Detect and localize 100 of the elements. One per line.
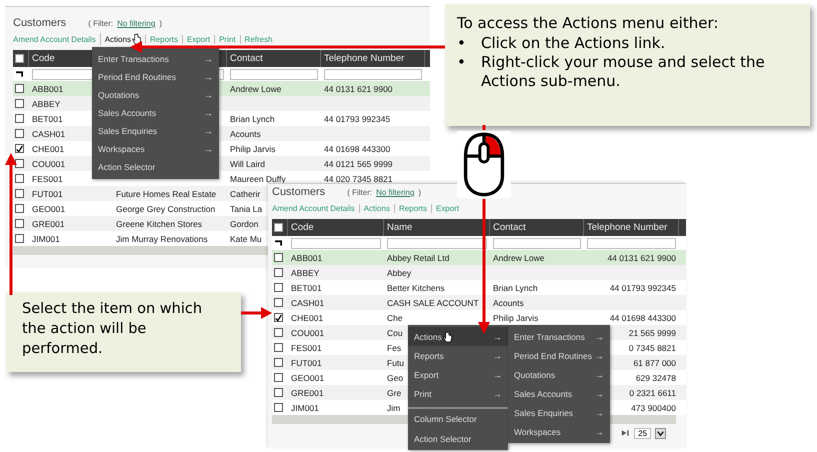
- column-header[interactable]: Telephone Number: [587, 222, 668, 233]
- row-checkbox[interactable]: [274, 343, 283, 352]
- row-checkbox[interactable]: [274, 283, 283, 292]
- row-checkbox[interactable]: [274, 388, 283, 397]
- row-checkbox[interactable]: [15, 144, 24, 153]
- table-cell: JIM001: [32, 234, 60, 244]
- menu-item[interactable]: Export →: [408, 365, 508, 384]
- table-cell: Fes: [387, 342, 402, 352]
- table-row[interactable]: CASH01 CASH SALE ACCOUNT Acounts: [272, 295, 686, 310]
- table-row[interactable]: ABB001 Abbey Retail Ltd Andrew Lowe 44 0131 621 9900: [272, 250, 686, 265]
- table-row[interactable]: BET001 Better Kitchens Brian Lynch 44 01793 992345: [272, 280, 686, 295]
- filter-link[interactable]: No filtering: [376, 188, 414, 197]
- row-checkbox[interactable]: [15, 174, 24, 183]
- filter-icon[interactable]: [275, 240, 282, 246]
- table-cell: 44 0131 621 9900: [607, 252, 676, 262]
- filter-field[interactable]: [324, 68, 422, 80]
- menu-item[interactable]: Enter Transactions →: [508, 327, 610, 346]
- hand-cursor-icon: [442, 330, 452, 342]
- toolbar-link[interactable]: Reports: [394, 204, 431, 212]
- table-cell: ABBEY: [291, 268, 320, 278]
- toolbar-link[interactable]: Refresh: [240, 34, 277, 44]
- last-page-icon[interactable]: [621, 429, 630, 437]
- select-all-checkbox[interactable]: [15, 54, 24, 63]
- submenu-arrow: →: [595, 332, 604, 342]
- column-header[interactable]: Name: [387, 222, 412, 233]
- filter-icon[interactable]: [16, 71, 23, 77]
- bullet-mark: •: [457, 53, 465, 73]
- table-cell: 0 7345 8821: [628, 342, 676, 352]
- column-header[interactable]: Contact: [493, 222, 526, 233]
- row-checkbox[interactable]: [274, 268, 283, 277]
- menu-item[interactable]: Reports →: [408, 346, 508, 365]
- row-checkbox[interactable]: [15, 234, 24, 243]
- filter-field[interactable]: [291, 238, 381, 248]
- table-cell: 44 01698 443300: [610, 312, 676, 322]
- menu-item[interactable]: Quotations →: [508, 365, 610, 384]
- table-row[interactable]: ABBEY Abbey: [272, 265, 686, 280]
- row-checkbox[interactable]: [274, 313, 283, 322]
- filter-link[interactable]: No filtering: [117, 19, 156, 28]
- menu-item[interactable]: Workspaces →: [92, 140, 219, 158]
- table-cell: GRE001: [32, 218, 65, 228]
- table-row[interactable]: GRE001 Greene Kitchen Stores Gordon: [13, 216, 268, 231]
- menu-item[interactable]: Period End Routines →: [508, 346, 610, 365]
- table-cell: Abbey: [387, 268, 412, 278]
- row-checkbox[interactable]: [15, 99, 24, 108]
- column-header[interactable]: Contact: [230, 53, 263, 64]
- menu-item[interactable]: Action Selector: [408, 429, 508, 448]
- hand-cursor-icon: [132, 33, 141, 45]
- row-checkbox[interactable]: [15, 189, 24, 198]
- table-cell: Cou: [387, 328, 403, 338]
- row-checkbox[interactable]: [274, 298, 283, 307]
- page-size-field[interactable]: 25: [634, 428, 651, 438]
- filter-field[interactable]: [493, 238, 581, 248]
- table-cell: Philip Jarvis: [493, 312, 538, 322]
- scrollbar[interactable]: [13, 246, 268, 255]
- row-checkbox[interactable]: [15, 114, 24, 123]
- row-checkbox[interactable]: [274, 328, 283, 337]
- column-header[interactable]: Code: [32, 53, 55, 64]
- table-cell: 44 01793 992345: [610, 282, 676, 292]
- table-cell: Brian Lynch: [230, 114, 275, 124]
- table-cell: Gordon: [230, 218, 258, 228]
- filter-field[interactable]: [387, 238, 487, 248]
- row-checkbox[interactable]: [274, 403, 283, 412]
- submenu-arrow: →: [493, 350, 502, 360]
- menu-item[interactable]: Enter Transactions →: [92, 50, 219, 68]
- menu-item[interactable]: Workspaces →: [508, 422, 610, 441]
- table-cell: Brian Lynch: [493, 282, 538, 292]
- filter-field[interactable]: [230, 68, 318, 80]
- column-header[interactable]: Code: [291, 222, 314, 233]
- table-cell: ABB001: [32, 84, 64, 94]
- callout-text: To access the Actions menu either:: [457, 14, 720, 33]
- table-cell: ABBEY: [32, 98, 60, 108]
- row-checkbox[interactable]: [15, 159, 24, 168]
- row-checkbox[interactable]: [274, 253, 283, 262]
- row-checkbox[interactable]: [15, 204, 24, 213]
- table-cell: Tania La: [230, 204, 262, 214]
- column-header[interactable]: Telephone Number: [324, 53, 404, 64]
- row-checkbox[interactable]: [274, 358, 283, 367]
- row-checkbox[interactable]: [15, 219, 24, 228]
- filter-field[interactable]: [587, 238, 676, 248]
- toolbar-link[interactable]: Reports: [144, 34, 182, 44]
- table-row[interactable]: FUT001 Future Homes Real Estate Catherir: [13, 186, 268, 201]
- filter-label: ): [159, 19, 162, 28]
- menu-item[interactable]: Sales Accounts →: [508, 384, 610, 403]
- dropdown-icon[interactable]: [655, 428, 666, 438]
- table-row[interactable]: CHE001 Che Philip Jarvis 44 01698 443300: [272, 310, 686, 325]
- toolbar-link[interactable]: Actions: [358, 204, 394, 212]
- row-checkbox[interactable]: [15, 84, 24, 93]
- submenu-arrow: →: [595, 408, 604, 418]
- menu-item[interactable]: Print →: [408, 384, 508, 403]
- table-row[interactable]: JIM001 Jim Murray Renovations Kate Mu: [13, 231, 268, 246]
- table-cell: BET001: [32, 114, 63, 124]
- table-row[interactable]: GEO001 George Grey Construction Tania La: [13, 201, 268, 216]
- select-all-checkbox[interactable]: [274, 223, 283, 232]
- row-checkbox[interactable]: [15, 129, 24, 138]
- submenu-arrow: →: [204, 126, 213, 136]
- panel-title: Customers: [13, 17, 66, 29]
- row-checkbox[interactable]: [274, 373, 283, 382]
- table-cell: Jim: [387, 402, 400, 412]
- menu-item[interactable]: Actions →: [408, 327, 508, 346]
- table-cell: Geo: [387, 372, 404, 382]
